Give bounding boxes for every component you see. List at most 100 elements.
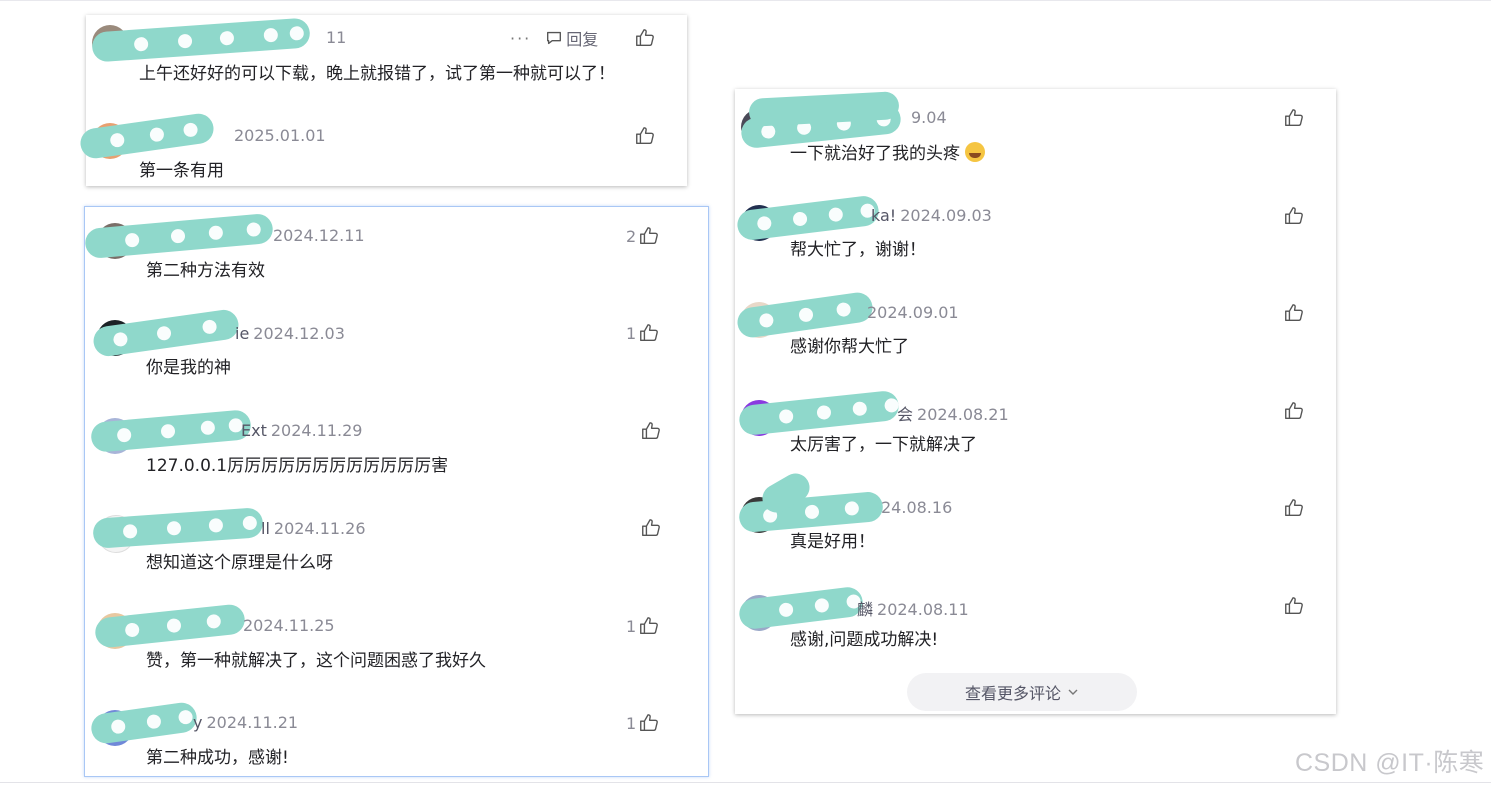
like-count: 1 — [626, 323, 637, 343]
comment-item: ll 2024.11.26 想知道这个原理是什么呀 — [85, 499, 708, 573]
thumbs-up-icon — [1285, 597, 1303, 615]
comment-item: ka! 2024.09.03 帮大忙了，谢谢！ — [735, 187, 1336, 260]
comment-item: 9.04 一下就治好了我的头疼 — [735, 89, 1336, 164]
comment-meta: 11 — [318, 28, 346, 47]
like-button[interactable] — [1283, 497, 1305, 519]
grinning-emoji-icon — [965, 142, 986, 162]
comment-text: 感谢你帮大忙了 — [790, 337, 909, 357]
commenter-name[interactable]: y — [193, 713, 202, 732]
redaction-blur — [89, 700, 199, 746]
comment-meta: ie 2024.12.03 — [235, 324, 345, 343]
comment-card-top: 11 ··· 回复 上午还好好的可以下载，晚上就报错了，试了第一种就可以了！ 2… — [78, 15, 687, 186]
redaction-blur — [737, 585, 865, 631]
comment-text: 太厉害了，一下就解决了 — [790, 435, 977, 455]
comment-date: 2024.11.29 — [270, 421, 363, 440]
thumbs-up-icon — [640, 324, 659, 342]
redaction-blur — [89, 409, 253, 453]
reply-button[interactable]: 回复 — [545, 26, 598, 50]
thumbs-up-icon — [640, 617, 659, 635]
comment-text-value: 一下就治好了我的头疼 — [790, 144, 960, 164]
comment-item: 2024.09.01 感谢你帮大忙了 — [735, 284, 1336, 357]
comment-text: 第二种方法有效 — [146, 261, 265, 281]
comment-item: 2025.01.01 第一条有用 — [78, 111, 687, 183]
comment-date: 2024.09.01 — [867, 303, 959, 322]
like-button[interactable] — [1283, 400, 1305, 422]
comment-item: y 2024.11.21 1 第二种成功，感谢! — [85, 694, 708, 768]
comment-date: 2024.11.26 — [273, 519, 366, 538]
comment-item: 2024.11.25 1 赞，第一种就解决了，这个问题困惑了我好久 — [85, 597, 708, 671]
comment-date: 2025.01.01 — [234, 126, 326, 145]
comment-text: 127.0.0.1厉厉厉厉厉厉厉厉厉厉厉厉害 — [146, 456, 449, 476]
comment-date: 2024.08.21 — [917, 405, 1009, 424]
commenter-name[interactable]: ie — [235, 324, 249, 343]
like-button[interactable]: 1 — [626, 615, 660, 637]
comment-date: 2024.08.11 — [877, 600, 969, 619]
redaction-blur — [78, 111, 216, 161]
like-button[interactable] — [1283, 205, 1305, 227]
comment-date: 2024.12.11 — [273, 226, 365, 245]
like-button[interactable] — [1283, 302, 1305, 324]
comment-date: 11 — [326, 28, 347, 47]
comment-meta: 会 2024.08.21 — [897, 401, 1009, 425]
top-divider — [0, 0, 1491, 1]
commenter-name[interactable]: ll — [261, 519, 270, 538]
like-button[interactable] — [640, 517, 662, 539]
comment-item: 麟 2024.08.11 感谢,问题成功解决! — [735, 577, 1336, 650]
comment-text: 一下就治好了我的头疼 — [790, 139, 986, 164]
like-button[interactable] — [634, 125, 656, 147]
comment-meta: 2024.09.01 — [859, 303, 959, 322]
comment-date: 2024.09.03 — [900, 206, 992, 225]
bottom-divider — [0, 782, 1491, 783]
thumbs-up-icon — [1285, 499, 1303, 517]
redaction-blur — [91, 17, 311, 63]
thumbs-up-icon — [1285, 304, 1303, 322]
comment-meta: 2025.01.01 — [226, 126, 326, 145]
thumbs-up-icon — [1285, 402, 1303, 420]
thumbs-up-icon — [1285, 109, 1303, 127]
comment-meta: 24.08.16 — [873, 498, 952, 517]
redaction-blur — [84, 212, 274, 260]
thumbs-up-icon — [636, 127, 654, 145]
like-button[interactable]: 1 — [626, 712, 660, 734]
thumbs-up-icon — [642, 422, 660, 440]
like-button[interactable]: 2 — [626, 225, 660, 247]
watermark-text: CSDN @IT·陈寒 — [1295, 749, 1485, 777]
comment-meta: ka! 2024.09.03 — [871, 206, 992, 225]
comment-meta: 9.04 — [903, 108, 947, 127]
like-button[interactable] — [640, 420, 662, 442]
more-dots-icon[interactable]: ··· — [510, 29, 531, 48]
comment-date: 24.08.16 — [881, 498, 953, 517]
comment-text: 真是好用！ — [790, 532, 875, 552]
comment-text: 帮大忙了，谢谢！ — [790, 240, 926, 260]
thumbs-up-icon — [642, 519, 660, 537]
comment-text: 第一条有用 — [139, 161, 224, 181]
view-more-label: 查看更多评论 — [964, 684, 1061, 703]
like-count: 1 — [626, 616, 637, 636]
comment-meta: y 2024.11.21 — [193, 713, 298, 732]
like-button[interactable] — [1283, 107, 1305, 129]
comment-item: 会 2024.08.21 太厉害了，一下就解决了 — [735, 382, 1336, 455]
commenter-name[interactable]: 麟 — [857, 600, 873, 619]
comment-actions: ··· 回复 — [510, 26, 598, 50]
comment-date: 2024.11.25 — [243, 616, 335, 635]
redaction-blur — [92, 507, 264, 549]
commenter-name[interactable]: Ext — [241, 421, 267, 440]
like-button[interactable] — [634, 27, 656, 49]
like-button[interactable] — [1283, 595, 1305, 617]
commenter-name[interactable]: 会 — [897, 405, 913, 424]
comment-item: 2024.12.11 2 第二种方法有效 — [84, 207, 708, 281]
chevron-down-icon — [1068, 689, 1078, 695]
comment-text: 上午还好好的可以下载，晚上就报错了，试了第一种就可以了！ — [139, 64, 615, 84]
comment-text: 赞，第一种就解决了，这个问题困惑了我好久 — [146, 651, 486, 671]
like-button[interactable]: 1 — [626, 322, 660, 344]
comment-meta: 2024.11.25 — [235, 616, 335, 635]
thumbs-up-icon — [640, 714, 659, 732]
comment-item: 11 ··· 回复 上午还好好的可以下载，晚上就报错了，试了第一种就可以了！ — [86, 15, 687, 85]
comment-date: 2024.12.03 — [253, 324, 345, 343]
comment-card-left: 2024.12.11 2 第二种方法有效 ie 2024.12.03 1 你是我的… — [84, 206, 709, 777]
thumbs-up-icon — [1285, 207, 1303, 225]
comment-card-right: 9.04 一下就治好了我的头疼 ka! 2024.09.03 帮大忙了，谢谢！ 2… — [735, 89, 1336, 714]
comment-meta: ll 2024.11.26 — [261, 519, 366, 538]
commenter-name[interactable]: ka! — [871, 206, 896, 225]
view-more-comments-button[interactable]: 查看更多评论 — [907, 673, 1137, 711]
